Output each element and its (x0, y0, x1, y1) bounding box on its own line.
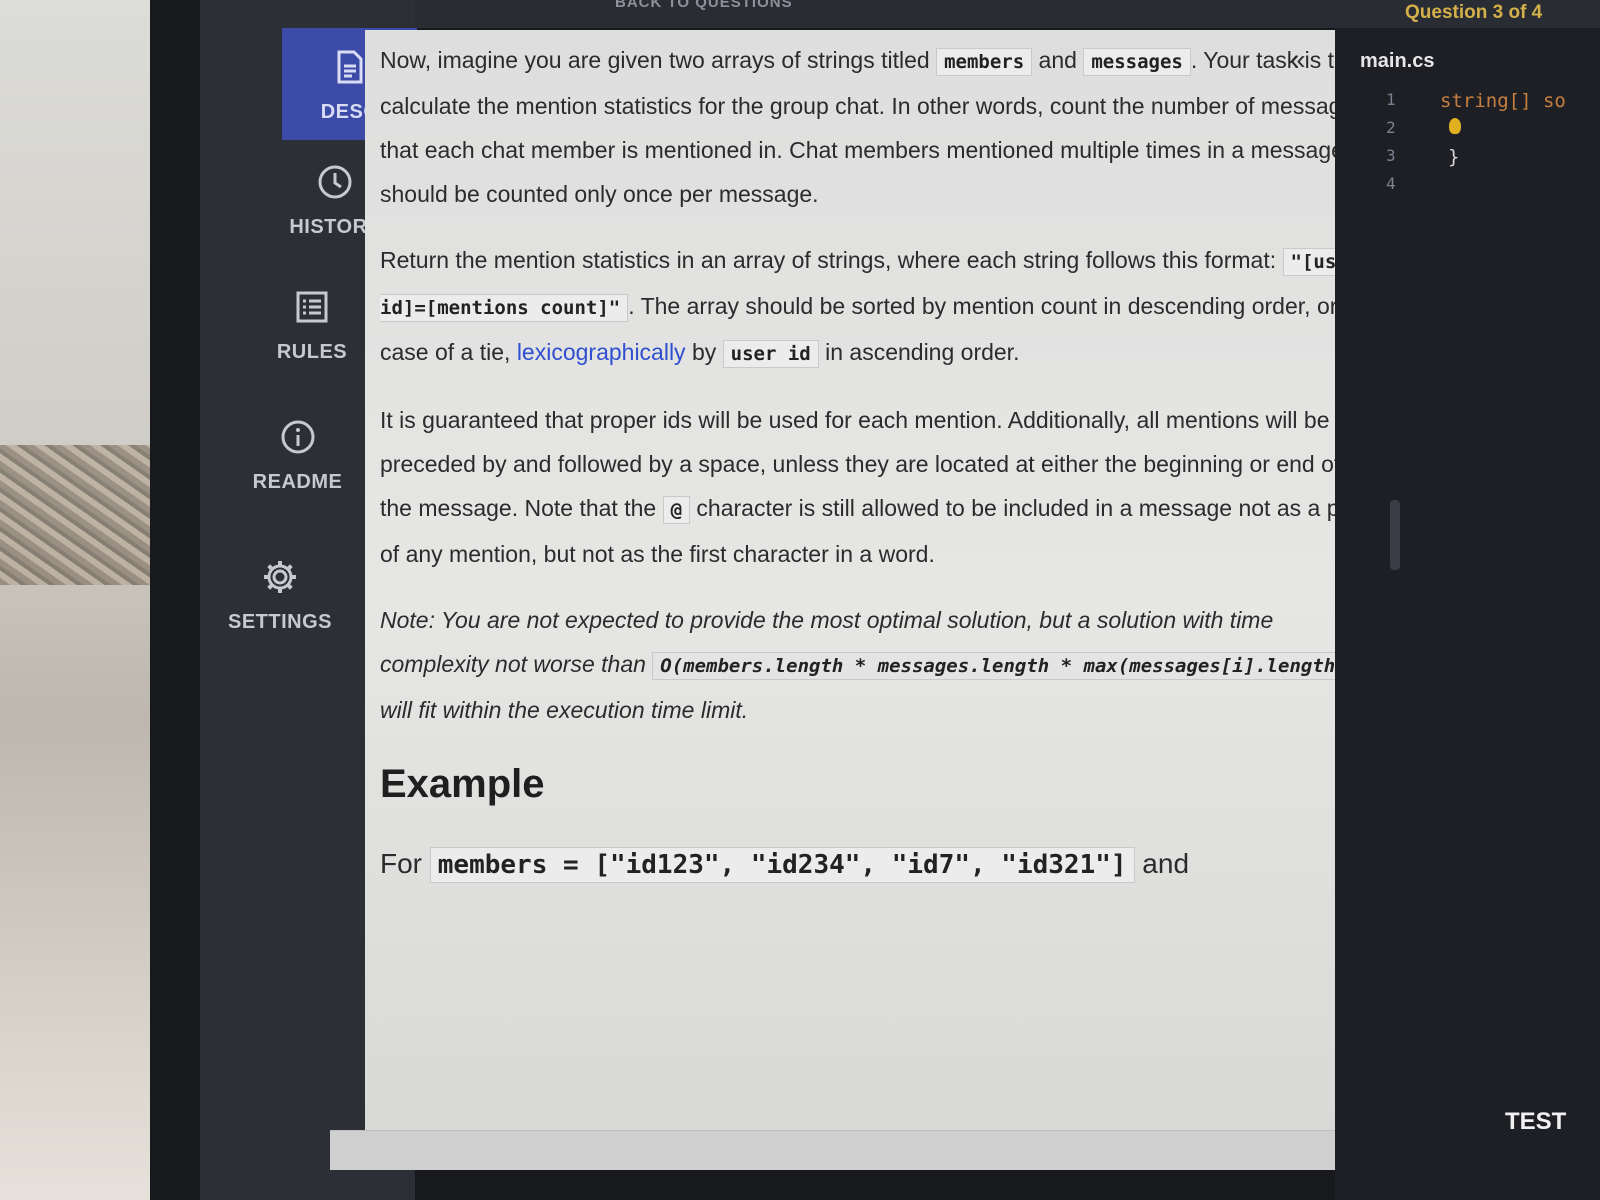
paragraph-format: Return the mention statistics in an arra… (380, 238, 1370, 376)
code-user-id: user id (722, 340, 819, 368)
sidebar-item-label: SETTINGS (227, 611, 332, 633)
sidebar-item-label: README (252, 471, 343, 493)
list-icon (290, 285, 334, 329)
paragraph-guarantee: It is guaranteed that proper ids will be… (380, 407, 1367, 567)
line-number: 4 (1386, 174, 1396, 193)
background-fabric (0, 445, 170, 585)
sidebar-item-settings[interactable]: SETTINGS (215, 555, 345, 634)
code-example-members: members = ["id123", "id234", "id7", "id3… (429, 847, 1135, 883)
code-complexity: O(members.length * messages.length * max… (652, 652, 1367, 680)
line-number: 1 (1386, 90, 1396, 109)
back-to-questions-link[interactable]: BACK TO QUESTIONS (615, 0, 793, 11)
sidebar-item-label: RULES (276, 341, 348, 363)
paragraph-task: Now, imagine you are given two arrays of… (380, 47, 1366, 207)
code-at-char: @ (662, 496, 691, 524)
code-line[interactable]: } (1448, 146, 1459, 168)
top-bar: BACK TO QUESTIONS (285, 0, 1600, 28)
paragraph-note: Note: You are not expected to provide th… (380, 598, 1370, 732)
example-heading: Example (380, 762, 545, 806)
code-editor[interactable] (1335, 28, 1600, 1200)
lexicographically-link[interactable]: lexicographically (517, 339, 686, 365)
description-content: Now, imagine you are given two arrays of… (380, 38, 1370, 909)
code-line[interactable]: string[] so (1440, 90, 1566, 112)
clock-icon (313, 160, 357, 204)
tab-main-cs[interactable]: main.cs (1360, 50, 1434, 73)
info-icon (276, 415, 320, 459)
line-number: 2 (1386, 118, 1396, 137)
gear-icon (258, 555, 302, 599)
test-button[interactable]: TEST (1505, 1108, 1566, 1136)
example-members-line: For members = ["id123", "id234", "id7", … (380, 842, 1370, 887)
line-number: 3 (1386, 146, 1396, 165)
example-code-box (330, 1130, 1440, 1170)
sidebar-item-rules[interactable]: RULES (262, 285, 362, 364)
question-counter: Question 3 of 4 (1405, 2, 1543, 23)
editor-scrollbar[interactable] (1390, 500, 1400, 570)
code-messages: messages (1083, 48, 1191, 76)
sidebar-item-readme[interactable]: README (240, 415, 355, 494)
lightbulb-icon[interactable] (1449, 118, 1461, 134)
code-members: members (936, 48, 1033, 76)
